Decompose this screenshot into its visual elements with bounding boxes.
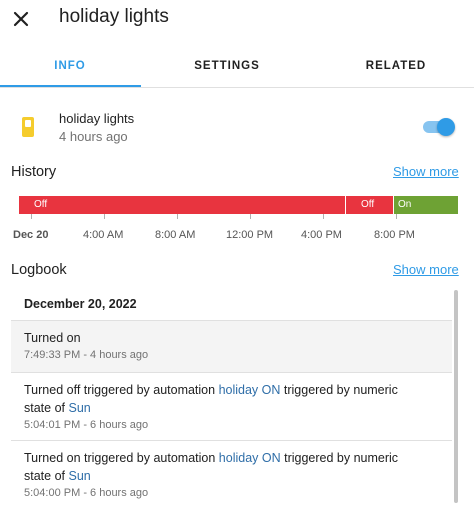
automation-link[interactable]: holiday ON xyxy=(219,383,281,397)
logbook-entry: Turned on 7:49:33 PM - 4 hours ago xyxy=(11,320,452,372)
timeline-segment-off[interactable]: Off xyxy=(345,196,393,214)
segment-label: Off xyxy=(361,199,375,210)
entity-toggle[interactable] xyxy=(421,117,455,137)
tick-mark xyxy=(31,214,32,219)
entity-name: holiday lights xyxy=(59,111,135,126)
log-text: Turned on triggered by automation xyxy=(24,451,219,465)
log-message: Turned off triggered by automation holid… xyxy=(24,373,419,417)
tab-info[interactable]: INFO xyxy=(0,60,140,72)
log-time: 5:04:01 PM - 6 hours ago xyxy=(24,419,149,431)
logbook-scrollbar[interactable] xyxy=(454,290,458,503)
tab-settings[interactable]: SETTINGS xyxy=(157,60,297,72)
axis-tick-label: 8:00 PM xyxy=(374,229,415,241)
logbook-title: Logbook xyxy=(11,262,67,278)
tab-related[interactable]: RELATED xyxy=(326,60,466,72)
log-text: Turned off triggered by automation xyxy=(24,383,219,397)
timeline-segment-on[interactable]: On xyxy=(393,196,458,214)
axis-tick-label: 4:00 AM xyxy=(83,229,124,241)
entity-last-changed: 4 hours ago xyxy=(59,129,128,144)
entity-link[interactable]: Sun xyxy=(68,401,90,415)
dialog-title: holiday lights xyxy=(59,6,169,27)
axis-tick-label: 8:00 AM xyxy=(155,229,196,241)
tabs-divider xyxy=(0,87,474,88)
tick-mark xyxy=(104,214,105,219)
log-time: 7:49:33 PM - 4 hours ago xyxy=(24,349,149,361)
segment-label: On xyxy=(398,199,412,210)
timeline-segment-off[interactable]: Off xyxy=(19,196,345,214)
logbook-entry: Turned on triggered by automation holida… xyxy=(11,440,452,513)
log-time: 5:04:00 PM - 6 hours ago xyxy=(24,487,149,499)
close-button[interactable] xyxy=(8,6,34,32)
history-timeline[interactable]: Off Off On xyxy=(19,196,458,214)
history-show-more-link[interactable]: Show more xyxy=(393,164,459,179)
segment-label: Off xyxy=(34,199,48,210)
automation-link[interactable]: holiday ON xyxy=(219,451,281,465)
toggle-thumb xyxy=(437,118,455,136)
logbook-entry: Turned off triggered by automation holid… xyxy=(11,372,452,440)
tick-mark xyxy=(177,214,178,219)
axis-tick-label: Dec 20 xyxy=(13,229,49,241)
tick-mark xyxy=(250,214,251,219)
axis-tick-label: 4:00 PM xyxy=(301,229,342,241)
logbook-show-more-link[interactable]: Show more xyxy=(393,262,459,277)
log-message: Turned on triggered by automation holida… xyxy=(24,441,419,485)
entity-link[interactable]: Sun xyxy=(68,469,90,483)
close-icon xyxy=(13,11,29,27)
tick-mark xyxy=(323,214,324,219)
tick-mark xyxy=(396,214,397,219)
log-message: Turned on xyxy=(24,331,81,345)
logbook-date-header: December 20, 2022 xyxy=(24,297,137,311)
history-title: History xyxy=(11,164,57,180)
axis-tick-label: 12:00 PM xyxy=(226,229,274,241)
switch-icon xyxy=(19,115,37,139)
